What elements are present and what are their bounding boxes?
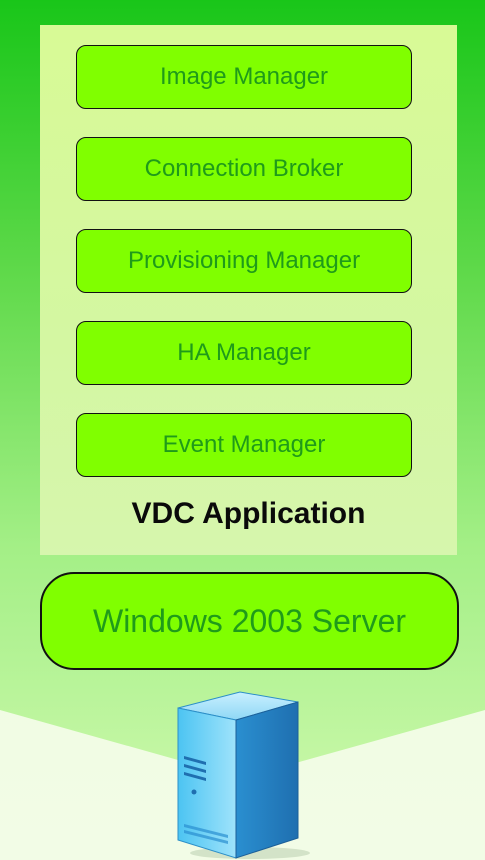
connection-broker-box: Connection Broker xyxy=(76,137,412,201)
vdc-architecture-diagram: Image Manager Connection Broker Provisio… xyxy=(0,0,485,860)
application-title: VDC Application xyxy=(131,497,366,530)
ha-manager-box: HA Manager xyxy=(76,321,412,385)
provisioning-manager-box: Provisioning Manager xyxy=(76,229,412,293)
server-tower-icon xyxy=(170,690,320,860)
image-manager-box: Image Manager xyxy=(76,45,412,109)
event-manager-box: Event Manager xyxy=(76,413,412,477)
operating-system-box: Windows 2003 Server xyxy=(40,572,459,670)
